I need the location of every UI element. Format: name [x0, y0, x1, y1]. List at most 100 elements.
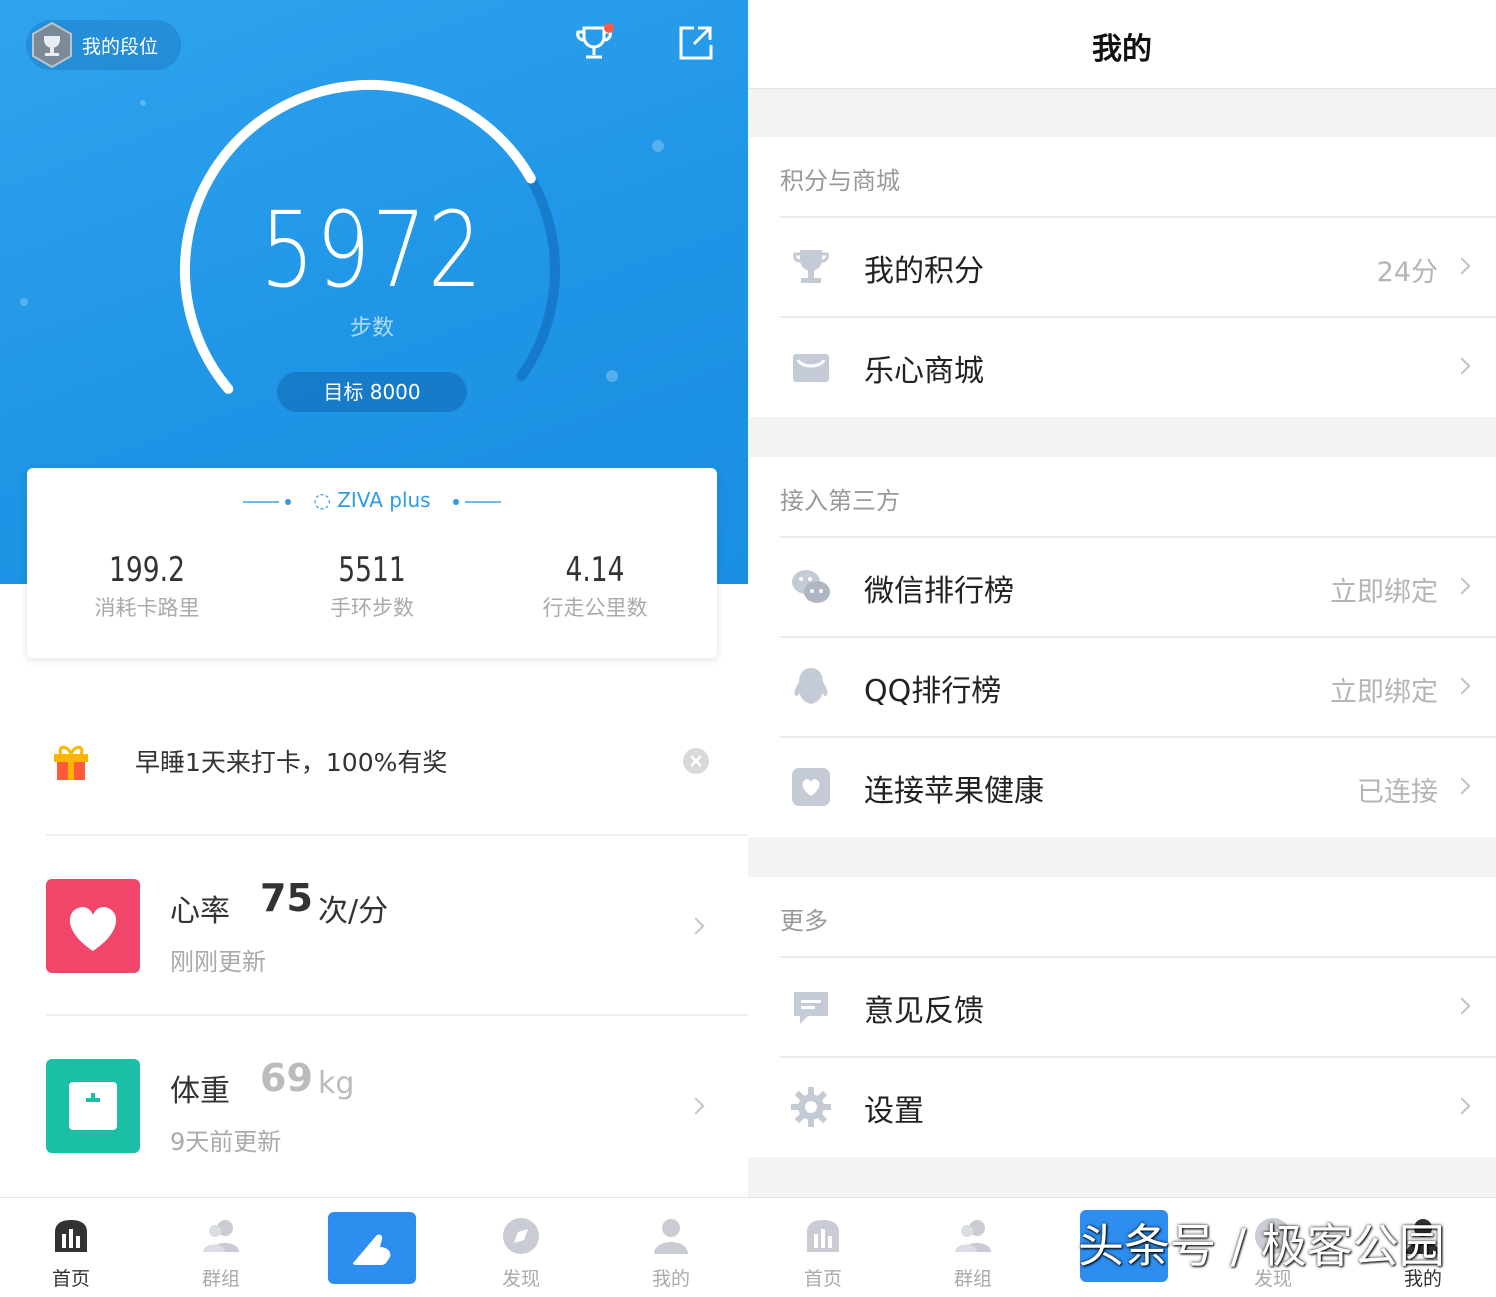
stat-value: 199.2	[109, 550, 185, 590]
row-label: 微信排行榜	[864, 574, 1014, 609]
heart-rate-label: 心率	[170, 894, 230, 929]
row-label: 我的积分	[864, 254, 984, 289]
row-wechat-ranking[interactable]: 微信排行榜 立即绑定	[748, 536, 1496, 636]
tab-run[interactable]	[328, 1212, 416, 1284]
shop-bag-icon	[793, 354, 829, 382]
feedback-icon	[794, 992, 828, 1024]
chevron-right-icon	[1453, 677, 1471, 695]
chevron-right-icon	[1453, 357, 1471, 375]
divider-dot	[285, 498, 292, 505]
step-count-unit: 步数	[349, 316, 394, 341]
row-shop[interactable]: 乐心商城	[748, 316, 1496, 416]
decor-dot	[606, 370, 618, 382]
section-header: 更多	[780, 907, 828, 935]
weight-value: 69	[260, 1056, 313, 1100]
row-settings[interactable]: 设置	[748, 1056, 1496, 1156]
stat-calories: 199.2 消耗卡路里	[37, 550, 257, 622]
tab-me[interactable]: 我的	[596, 1198, 746, 1297]
chevron-right-icon	[687, 1097, 705, 1115]
heart-icon	[69, 906, 117, 951]
tab-home[interactable]: 首页	[748, 1198, 898, 1297]
chevron-right-icon	[1453, 997, 1471, 1015]
band-icon: ◌	[313, 488, 331, 512]
bind-status: 立即绑定	[1330, 577, 1438, 608]
tab-label: 群组	[953, 1268, 992, 1290]
tab-label: 我的	[651, 1268, 690, 1290]
group-icon	[203, 1220, 239, 1252]
group-icon	[955, 1220, 991, 1252]
section-header: 积分与商城	[780, 167, 900, 195]
row-apple-health[interactable]: 连接苹果健康 已连接	[748, 736, 1496, 836]
share-icon[interactable]	[674, 22, 716, 64]
more-section: 更多 意见反馈 设置	[748, 877, 1496, 1157]
weight-updated: 9天前更新	[170, 1128, 282, 1156]
stat-label: 行走公里数	[542, 596, 648, 620]
me-screen: 我的 积分与商城 我的积分 24分 乐心商城 接入第三方 微信排行榜 立即绑定 …	[748, 0, 1496, 1297]
divider	[780, 216, 1496, 218]
tab-groups[interactable]: 群组	[898, 1198, 1048, 1297]
row-label: QQ排行榜	[864, 674, 1002, 709]
scale-icon	[69, 1082, 117, 1130]
chevron-right-icon	[1453, 577, 1471, 595]
row-label: 连接苹果健康	[864, 774, 1044, 809]
chevron-right-icon	[1453, 1097, 1471, 1115]
row-qq-ranking[interactable]: QQ排行榜 立即绑定	[748, 636, 1496, 736]
divider	[780, 736, 1496, 738]
promo-text: 早睡1天来打卡，100%有奖	[135, 748, 448, 777]
apple-health-icon	[792, 768, 830, 806]
rank-badge-icon	[32, 21, 72, 69]
device-name: ZIVA plus	[337, 488, 431, 512]
heart-rate-unit: 次/分	[318, 894, 389, 929]
heart-rate-row[interactable]: 心率 75 次/分 刚刚更新	[0, 836, 748, 1014]
tab-label: 群组	[201, 1268, 240, 1290]
my-rank-label: 我的段位	[82, 35, 159, 58]
gift-icon	[54, 745, 88, 780]
divider	[780, 536, 1496, 538]
weight-unit: kg	[318, 1066, 355, 1101]
stat-band-steps: 5511 手环步数	[262, 550, 482, 622]
chevron-right-icon	[687, 917, 705, 935]
chevron-right-icon	[1453, 257, 1471, 275]
running-shoe-icon	[352, 1234, 391, 1265]
stat-label: 消耗卡路里	[94, 596, 200, 620]
tab-label: 首页	[51, 1268, 90, 1290]
chevron-right-icon	[1453, 777, 1471, 795]
decor-dot	[20, 298, 28, 306]
home-chart-icon	[55, 1220, 87, 1252]
divider	[780, 316, 1496, 318]
compass-icon	[503, 1218, 539, 1254]
heart-rate-updated: 刚刚更新	[170, 948, 266, 976]
divider-dot	[452, 498, 459, 505]
divider	[780, 636, 1496, 638]
divider	[780, 1056, 1496, 1058]
tab-home[interactable]: 首页	[0, 1198, 146, 1297]
stat-label: 手环步数	[330, 596, 414, 620]
promo-banner[interactable]: 早睡1天来打卡，100%有奖	[0, 705, 748, 835]
points-shop-section: 积分与商城 我的积分 24分 乐心商城	[748, 137, 1496, 417]
row-my-points[interactable]: 我的积分 24分	[748, 216, 1496, 316]
device-stats-card[interactable]: ◌ ZIVA plus 199.2 消耗卡路里 5511 手环步数 4.14 行…	[27, 468, 717, 658]
third-party-section: 接入第三方 微信排行榜 立即绑定 QQ排行榜 立即绑定 连接苹果健康 已连接	[748, 457, 1496, 837]
stat-value: 5511	[338, 550, 406, 590]
device-title: ◌ ZIVA plus	[27, 488, 717, 512]
weight-label: 体重	[170, 1074, 230, 1109]
trophy-icon	[793, 250, 829, 283]
step-count-value: 5972	[260, 189, 484, 311]
section-header: 接入第三方	[780, 487, 900, 515]
tab-discover[interactable]: 发现	[446, 1198, 596, 1297]
step-goal-badge[interactable]: 目标 8000	[277, 372, 467, 412]
qq-penguin-icon	[794, 668, 828, 704]
row-feedback[interactable]: 意见反馈	[748, 956, 1496, 1056]
watermark-text: 头条号 / 极客公园	[1078, 1219, 1445, 1273]
decor-dot	[652, 140, 664, 152]
row-label: 设置	[864, 1094, 924, 1129]
decor-dot	[140, 100, 146, 106]
heart-rate-value: 75	[260, 876, 313, 920]
close-icon[interactable]	[682, 747, 710, 775]
heart-rate-tile	[46, 879, 140, 973]
stat-value: 4.14	[565, 550, 625, 590]
tab-groups[interactable]: 群组	[146, 1198, 296, 1297]
divider	[780, 956, 1496, 958]
weight-tile	[46, 1059, 140, 1153]
weight-row[interactable]: 体重 69 kg 9天前更新	[0, 1016, 748, 1194]
